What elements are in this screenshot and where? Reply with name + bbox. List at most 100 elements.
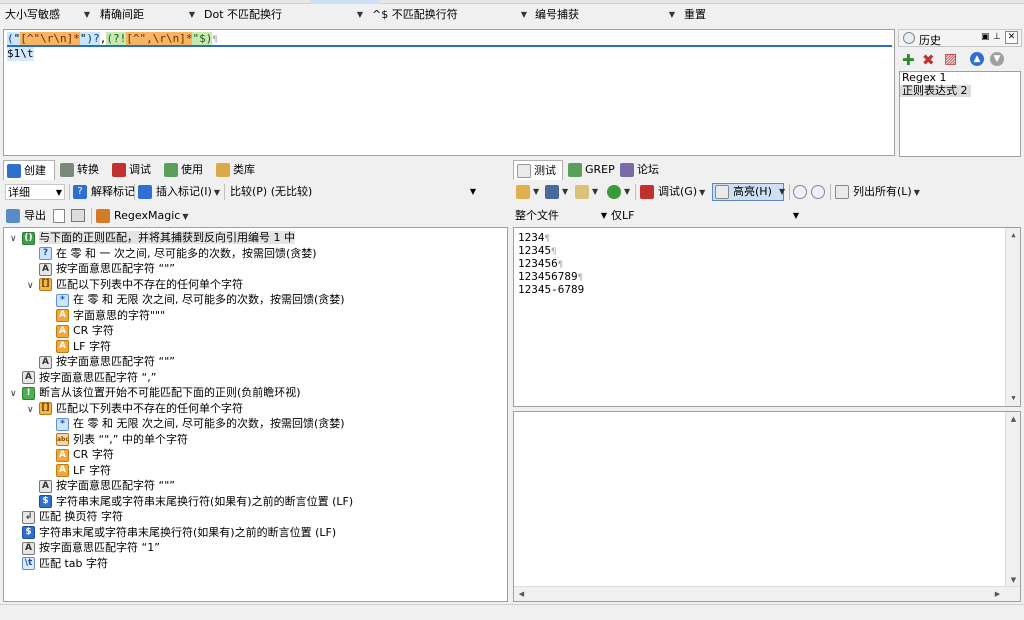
tree-node[interactable]: A CR 字符 [44, 447, 114, 462]
scroll-up-icon[interactable]: ▲ [1006, 228, 1021, 243]
chevron-down-icon[interactable]: ▼ [592, 187, 598, 196]
compare-select[interactable]: 比较(P) (无比较) ▼ [230, 184, 480, 200]
tree-node[interactable]: $ 字符串末尾或字符串末尾换行符(如果有)之前的断言位置 (LF) [27, 494, 353, 509]
regex-token: ( [7, 32, 14, 46]
tree-node[interactable]: A 按字面意思匹配字符 “"” [27, 261, 175, 276]
tree-node[interactable]: ∨[] 匹配以下列表中不存在的任何单个字符 [27, 401, 243, 416]
print-icon[interactable] [71, 209, 85, 222]
zoom-out-icon[interactable] [811, 185, 825, 199]
tree-node[interactable]: * 在 零 和 无限 次之间, 尽可能多的次数，按需回馈(贪婪) [44, 292, 345, 307]
pin-icon[interactable]: ⊥ [993, 32, 1001, 42]
export-button[interactable]: 导出 [6, 208, 46, 224]
tab-debug[interactable]: 调试 [109, 160, 161, 180]
capture-select[interactable]: 编号捕获 ▼ [532, 7, 677, 23]
chevron-down-icon: ▼ [913, 188, 920, 197]
regex-token: [^"\r\n]* [20, 32, 80, 46]
chevron-down-icon[interactable]: ▼ [624, 187, 630, 196]
active-menu-tab[interactable] [310, 0, 380, 4]
history-clock-icon [903, 32, 915, 44]
replace-line[interactable]: $1\t [7, 47, 34, 61]
result-pane[interactable]: ▲ ▼ ◀ ▶ [513, 411, 1021, 602]
scroll-up-icon[interactable]: ▲ [1006, 412, 1021, 427]
regex-line-1[interactable]: ("[^"\r\n]*")?,(?![^",\r\n]*"$)¶ [7, 32, 218, 46]
spacing-select[interactable]: 精确间距 ▼ [97, 7, 197, 23]
tree-node[interactable]: A 按字面意思匹配字符 “1” [10, 540, 160, 555]
zoom-in-icon[interactable] [793, 185, 807, 199]
tree-node[interactable]: $ 字符串末尾或字符串末尾换行符(如果有)之前的断言位置 (LF) [10, 525, 336, 540]
tree-node[interactable]: A CR 字符 [44, 323, 114, 338]
case-select[interactable]: 大小写敏感 ▼ [2, 7, 92, 23]
copy-icon[interactable] [53, 209, 65, 223]
tree-node[interactable]: A LF 字符 [44, 339, 111, 354]
result-hscrollbar[interactable]: ◀ ▶ [514, 586, 1020, 601]
test-subject-pane[interactable]: 1234¶ 12345¶ 123456¶ 123456789¶ 12345-67… [513, 227, 1021, 407]
anchors-select[interactable]: ^$ 不匹配换行符 ▼ [369, 7, 529, 23]
history-item-selected[interactable]: 正则表达式 2 [900, 85, 971, 97]
tree-node[interactable]: \t 匹配 tab 字符 [10, 556, 108, 571]
regex-editor[interactable]: ("[^"\r\n]*")?,(?![^",\r\n]*"$)¶ $1\t [3, 29, 895, 156]
tree-node[interactable]: A 按字面意思匹配字符 “"” [27, 478, 175, 493]
expander-icon[interactable]: ∨ [10, 232, 22, 247]
token-lit-icon: A [39, 479, 52, 493]
tree-node[interactable]: ∨! 断言从该位置开始不可能匹配下面的正则(负前瞻环视) [10, 385, 301, 400]
list-all-button[interactable]: 列出所有(L) ▼ [835, 184, 920, 200]
scroll-right-icon[interactable]: ▶ [990, 587, 1005, 602]
tab-library[interactable]: 类库 [213, 160, 265, 180]
web-icon[interactable] [607, 185, 621, 199]
chevron-down-icon: ▼ [600, 211, 607, 220]
tab-grep[interactable]: GREP [565, 160, 617, 180]
explain-button[interactable]: ? 解释标记 [73, 184, 135, 200]
token-lit-icon: A [39, 355, 52, 369]
delete-icon[interactable]: ✖ [922, 51, 935, 69]
delete-all-icon[interactable]: ▨ [944, 51, 957, 67]
tree-node[interactable]: A 按字面意思匹配字符 “"” [27, 354, 175, 369]
debug-button[interactable]: 调试(G) ▼ [640, 184, 705, 200]
tree-node[interactable]: A 字面意思的字符""" [44, 308, 165, 323]
scroll-left-icon[interactable]: ◀ [514, 587, 529, 602]
highlight-button-content[interactable]: 高亮(H) [715, 184, 772, 200]
paste-icon[interactable] [575, 185, 589, 199]
tab-create[interactable]: 创建 [3, 160, 55, 180]
chevron-down-icon[interactable]: ▼ [562, 187, 568, 196]
tree-node-label: CR 字符 [73, 324, 114, 337]
close-icon[interactable]: ✕ [1005, 31, 1018, 44]
regexmagic-button[interactable]: RegexMagic ▼ [96, 208, 188, 224]
scroll-down-icon[interactable]: ▼ [1006, 391, 1021, 406]
chevron-down-icon[interactable]: ▼ [533, 187, 539, 196]
line-end-icon: ¶ [551, 247, 557, 257]
tree-node[interactable]: abc 列表 “",” 中的单个字符 [44, 432, 188, 447]
result-vscrollbar[interactable]: ▲ ▼ [1005, 412, 1020, 588]
chevron-down-icon[interactable]: ▼ [779, 187, 785, 196]
tree-node-label: 匹配 换页符 字符 [39, 510, 123, 523]
tree-node[interactable]: ↲ 匹配 换页符 字符 [10, 509, 123, 524]
move-up-icon[interactable]: ▲ [970, 52, 984, 66]
move-down-icon[interactable]: ▼ [990, 52, 1004, 66]
scope-select[interactable]: 整个文件 ▼ [515, 208, 609, 224]
reset-button[interactable]: 重置 [681, 7, 721, 23]
tab-convert[interactable]: 转换 [57, 160, 109, 180]
tree-node[interactable]: A 按字面意思匹配字符 “,” [10, 370, 156, 385]
tab-use[interactable]: 使用 [161, 160, 213, 180]
expander-icon[interactable]: ∨ [27, 403, 39, 418]
tree-node[interactable]: A LF 字符 [44, 463, 111, 478]
insert-token-button[interactable]: 插入标记(I) ▼ [138, 184, 220, 200]
tree-node[interactable]: ? 在 零 和 一 次之间, 尽可能多的次数，按需回馈(贪婪) [27, 246, 317, 261]
lineend-select[interactable]: 仅LF ▼ [611, 208, 801, 224]
history-item[interactable]: Regex 1 [900, 72, 1020, 84]
tree-node[interactable]: * 在 零 和 无限 次之间, 尽可能多的次数，按需回馈(贪婪) [44, 416, 345, 431]
test-vscrollbar[interactable]: ▲ ▼ [1005, 228, 1020, 406]
float-icon[interactable]: ▣ [981, 32, 990, 42]
tree-node[interactable]: ∨[] 匹配以下列表中不存在的任何单个字符 [27, 277, 243, 292]
expander-icon[interactable]: ∨ [27, 279, 39, 294]
detail-select[interactable]: 详细 ▼ [5, 184, 65, 200]
tab-test[interactable]: 测试 [513, 160, 563, 180]
add-icon[interactable]: ✚ [902, 51, 915, 69]
tree-node[interactable]: ∨() 与下面的正则匹配，并将其捕获到反向引用编号 1 中 [10, 230, 295, 245]
save-icon[interactable] [545, 185, 559, 199]
tab-forum[interactable]: 论坛 [617, 160, 669, 180]
expander-icon[interactable]: ∨ [10, 387, 22, 402]
dot-select[interactable]: Dot 不匹配换行 ▼ [201, 7, 365, 23]
tree-node-label: 在 零 和 无限 次之间, 尽可能多的次数，按需回馈(贪婪) [73, 417, 345, 430]
tree-node-label: 按字面意思匹配字符 “,” [39, 370, 157, 384]
open-file-icon[interactable] [516, 185, 530, 199]
